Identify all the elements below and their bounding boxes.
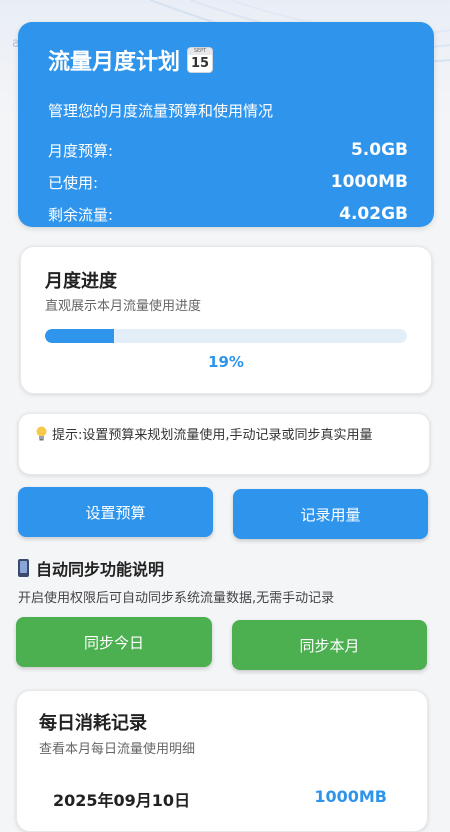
remaining-label: 剩余流量: [48,206,114,224]
daily-title: 每日消耗记录 [39,713,147,734]
tip-card: 提示:设置预算来规划流量使用,手动记录或同步真实用量 [18,413,430,475]
daily-subtitle: 查看本月每日流量使用明细 [39,742,196,757]
daily-records-card: 每日消耗记录 查看本月每日流量使用明细 2025年09月10日 1000MB [16,690,428,832]
auto-sync-title: 自动同步功能说明 [18,556,164,580]
budget-label: 月度预算: [48,142,114,160]
auto-sync-description: 开启使用权限后可自动同步系统流量数据,无需手动记录 [18,591,335,606]
progress-subtitle: 直观展示本月流量使用进度 [45,299,202,314]
progress-bar-fill [45,329,114,343]
progress-bar [45,329,407,343]
record-amount: 1000MB [314,787,387,806]
sync-today-button[interactable]: 同步今日 [16,617,212,667]
sync-month-button[interactable]: 同步本月 [232,620,427,670]
remaining-value: 4.02GB [339,204,408,224]
progress-percent: 19% [208,353,244,371]
record-date: 2025年09月10日 [53,791,191,810]
used-label: 已使用: [48,174,99,192]
used-row: 已使用: 1000MB [48,172,408,193]
record-usage-button[interactable]: 记录用量 [233,489,428,539]
tip-text: 提示:设置预算来规划流量使用,手动记录或同步真实用量 [52,428,373,443]
phone-icon [18,559,29,577]
progress-title: 月度进度 [45,271,117,292]
lightbulb-icon [36,426,47,441]
monthly-progress-card: 月度进度 直观展示本月流量使用进度 19% [20,246,432,394]
budget-row: 月度预算: 5.0GB [48,140,408,161]
set-budget-button[interactable]: 设置预算 [18,487,213,537]
used-value: 1000MB [330,172,408,192]
budget-value: 5.0GB [350,140,408,160]
plan-summary-card: 流量月度计划 SEPT 15 管理您的月度流量预算和使用情况 月度预算: 5.0… [18,22,434,227]
plan-title: 流量月度计划 [48,50,181,75]
list-item[interactable]: 2025年09月10日 1000MB [53,787,387,811]
remaining-row: 剩余流量: 4.02GB [48,204,408,225]
plan-subtitle: 管理您的月度流量预算和使用情况 [48,102,274,120]
calendar-icon: SEPT 15 [188,48,213,72]
